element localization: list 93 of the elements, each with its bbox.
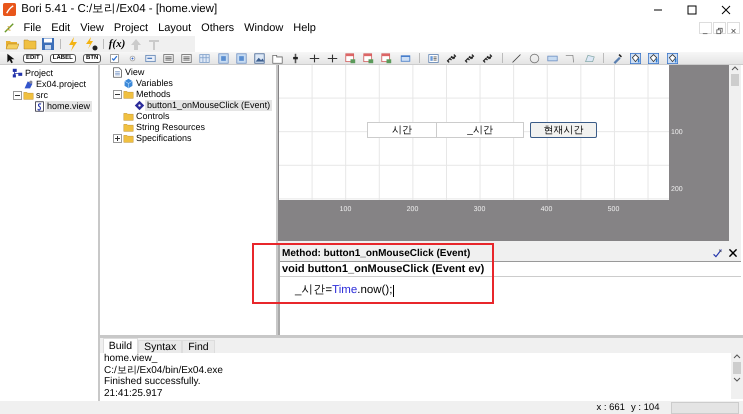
output-line: 21:41:25.917 <box>104 388 164 399</box>
tree-item[interactable]: View <box>123 67 146 78</box>
image-icon[interactable] <box>254 52 266 64</box>
panel-icon[interactable] <box>236 52 247 64</box>
diamond-icon <box>134 100 145 111</box>
status-text: x : 661 <box>596 400 625 414</box>
tree-item[interactable]: Methods <box>134 89 173 100</box>
restore-icon[interactable] <box>714 26 726 36</box>
maximize-icon[interactable] <box>685 2 699 17</box>
tree-item[interactable]: Variables <box>134 78 175 89</box>
panel-icon[interactable] <box>218 52 229 64</box>
eyedropper-icon[interactable] <box>612 52 623 64</box>
tree-item[interactable]: String Resources <box>134 122 208 133</box>
tree-item[interactable]: src <box>34 90 50 101</box>
restore-button[interactable] <box>713 22 726 34</box>
calendar-icon[interactable] <box>381 52 392 64</box>
scroll-up-icon[interactable] <box>733 353 741 359</box>
close-button[interactable] <box>727 22 740 34</box>
script-file-icon <box>34 101 45 112</box>
project-icon <box>12 68 23 79</box>
menu-item[interactable]: View <box>75 20 109 36</box>
output-line: Finished successfully. <box>104 376 202 388</box>
splitter-icon[interactable] <box>326 52 338 64</box>
close-icon[interactable] <box>728 248 738 258</box>
circle-icon[interactable] <box>529 52 540 64</box>
code-line: _시간=Time.now(); <box>295 283 392 298</box>
tab[interactable]: Find <box>182 340 215 353</box>
pointer-icon[interactable] <box>4 52 16 64</box>
scroll-up-icon[interactable] <box>731 65 739 71</box>
method-title: Method: button1_onMouseClick (Event) <box>282 246 470 260</box>
status-text: y : 104 <box>630 400 660 414</box>
calendar-icon[interactable] <box>344 52 356 64</box>
line-icon[interactable] <box>510 52 522 64</box>
scrollbar-thumb[interactable] <box>731 74 739 86</box>
text-cursor <box>393 284 394 297</box>
polyline-icon[interactable] <box>565 52 576 64</box>
method-signature: void button1_onMouseClick (Event ev) <box>280 261 741 277</box>
tree-item[interactable]: button1_onMouseClick (Event) <box>145 100 272 111</box>
menu-item[interactable]: Edit <box>46 20 76 36</box>
tree-item[interactable]: Controls <box>134 111 172 122</box>
tab[interactable]: Build <box>102 338 138 353</box>
app-logo-icon <box>2 3 16 16</box>
list-icon[interactable] <box>181 52 192 64</box>
link-icon[interactable] <box>446 52 458 64</box>
scrollbar[interactable] <box>729 65 741 241</box>
folder-icon <box>23 90 34 101</box>
text-field-icon[interactable] <box>144 52 156 64</box>
scrollbar[interactable] <box>731 353 743 399</box>
document-icon <box>112 67 123 78</box>
menu-item[interactable]: Project <box>108 20 154 36</box>
tab-icon[interactable] <box>272 52 284 64</box>
paint-bucket-icon[interactable] <box>648 52 660 64</box>
output-line: home.view_ <box>104 353 158 364</box>
table-icon[interactable] <box>199 52 210 64</box>
link-icon[interactable] <box>464 52 476 64</box>
quill-icon <box>2 21 16 34</box>
checkbox-icon[interactable] <box>108 52 120 64</box>
folder-icon <box>123 133 134 144</box>
calendar-icon[interactable] <box>363 52 374 64</box>
menu-item[interactable]: Layout <box>153 20 196 36</box>
output-line: C:/보리/Ex04/bin/Ex04.exe <box>104 364 224 376</box>
link-icon[interactable] <box>482 52 494 64</box>
tree-item[interactable]: Ex04.project <box>34 79 88 90</box>
window-title: Bori 5.41 - C:/보리/Ex04 - [home.view] <box>21 2 218 18</box>
save-icon[interactable] <box>40 37 55 51</box>
collapse-toggle[interactable] <box>13 91 22 100</box>
folder-icon <box>123 111 134 122</box>
expand-toggle[interactable] <box>113 134 122 144</box>
lightning-bug-icon[interactable] <box>84 37 98 51</box>
tree-item[interactable]: Project <box>23 68 56 79</box>
paint-bucket-icon[interactable] <box>630 52 642 64</box>
folder-icon <box>123 89 134 100</box>
tab[interactable]: Syntax <box>138 340 182 353</box>
menu-item[interactable]: Others <box>196 20 240 36</box>
cube-icon <box>123 78 134 89</box>
menu-item[interactable]: File <box>18 20 46 36</box>
scrollbar-thumb[interactable] <box>733 362 741 374</box>
folder-icon <box>123 122 134 133</box>
tree-item[interactable]: Specifications <box>134 133 194 144</box>
list-icon[interactable] <box>163 52 174 64</box>
splitter-icon[interactable] <box>308 52 320 64</box>
project-file-icon <box>23 79 34 90</box>
collapse-toggle[interactable] <box>113 90 122 100</box>
menu-item[interactable]: Window <box>239 20 288 36</box>
scroll-down-icon[interactable] <box>733 377 741 383</box>
menu-item[interactable]: Help <box>288 20 321 36</box>
toolbar-button[interactable]: f(x) <box>106 36 128 52</box>
paint-bucket-icon[interactable] <box>666 52 678 64</box>
tree-item[interactable]: home.view <box>45 101 92 112</box>
form-icon[interactable] <box>428 52 439 64</box>
check-icon[interactable] <box>712 248 723 258</box>
close-icon[interactable] <box>719 2 733 17</box>
window-icon[interactable] <box>400 52 411 64</box>
